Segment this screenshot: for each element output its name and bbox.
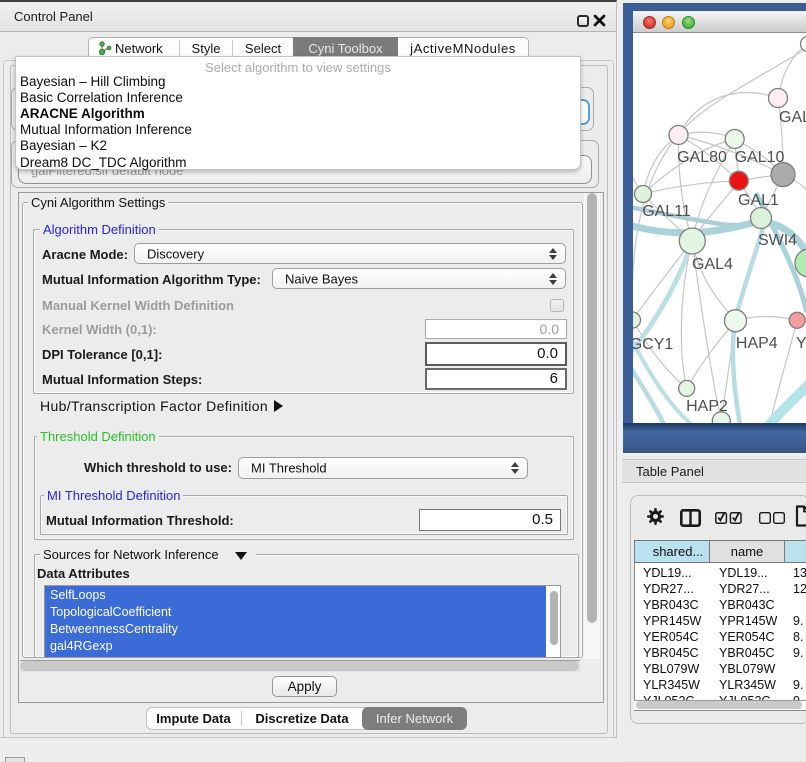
svg-text:GAL11: GAL11 bbox=[642, 203, 691, 220]
svg-text:YJ: YJ bbox=[796, 335, 806, 352]
svg-text:GAL7: GAL7 bbox=[779, 109, 806, 126]
svg-text:GCY1: GCY1 bbox=[633, 336, 673, 353]
svg-text:HAP2: HAP2 bbox=[686, 398, 728, 415]
svg-text:SWI4: SWI4 bbox=[758, 232, 797, 249]
svg-text:GAL1: GAL1 bbox=[738, 192, 779, 209]
svg-text:GAL4: GAL4 bbox=[692, 256, 733, 273]
svg-text:GAL80: GAL80 bbox=[677, 149, 727, 166]
svg-text:GAL10: GAL10 bbox=[735, 149, 785, 166]
svg-text:HAP4: HAP4 bbox=[736, 335, 778, 352]
